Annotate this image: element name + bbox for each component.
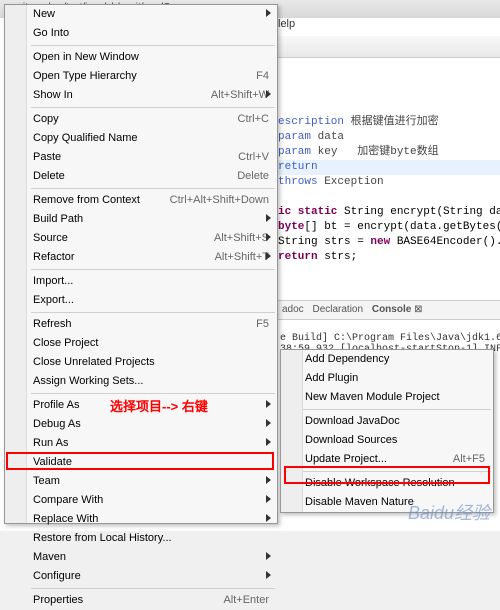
context-menu: New Go Into Open in New Window Open Type…: [4, 4, 278, 524]
menu-close-unrelated[interactable]: Close Unrelated Projects: [5, 353, 277, 372]
menu-compare-with[interactable]: Compare With: [5, 491, 277, 510]
menu-validate[interactable]: Validate: [5, 453, 277, 472]
menu-copy[interactable]: CopyCtrl+C: [5, 110, 277, 129]
submenu-add-plugin[interactable]: Add Plugin: [281, 369, 493, 388]
bottom-tab-bar: adoc Declaration Console ⊠: [278, 300, 500, 320]
tab-console[interactable]: Console ⊠: [372, 304, 423, 315]
menu-source[interactable]: SourceAlt+Shift+S: [5, 229, 277, 248]
menu-delete[interactable]: DeleteDelete: [5, 167, 277, 186]
menu-open-new-window[interactable]: Open in New Window: [5, 48, 277, 67]
menu-maven[interactable]: Maven: [5, 548, 277, 567]
code-editor[interactable]: escription 根据键值进行加密 param data param key…: [278, 100, 500, 280]
submenu-download-sources[interactable]: Download Sources: [281, 431, 493, 450]
submenu-add-dependency[interactable]: Add Dependency: [281, 350, 493, 369]
menu-assign-working-sets[interactable]: Assign Working Sets...: [5, 372, 277, 391]
menu-open-type-hierarchy[interactable]: Open Type HierarchyF4: [5, 67, 277, 86]
menu-run-as[interactable]: Run As: [5, 434, 277, 453]
menu-export[interactable]: Export...: [5, 291, 277, 310]
menu-debug-as[interactable]: Debug As: [5, 415, 277, 434]
submenu-download-javadoc[interactable]: Download JavaDoc: [281, 412, 493, 431]
maven-submenu: Add Dependency Add Plugin New Maven Modu…: [280, 349, 494, 513]
menu-configure[interactable]: Configure: [5, 567, 277, 586]
menu-build-path[interactable]: Build Path: [5, 210, 277, 229]
menu-go-into[interactable]: Go Into: [5, 24, 277, 43]
tab-javadoc[interactable]: adoc: [282, 304, 304, 315]
menu-refresh[interactable]: RefreshF5: [5, 315, 277, 334]
annotation-text: 选择项目--> 右键: [110, 396, 208, 415]
toolbar: [278, 36, 500, 58]
menu-show-in[interactable]: Show InAlt+Shift+W: [5, 86, 277, 105]
submenu-update-project[interactable]: Update Project...Alt+F5: [281, 450, 493, 469]
submenu-new-module[interactable]: New Maven Module Project: [281, 388, 493, 407]
menu-import[interactable]: Import...: [5, 272, 277, 291]
menu-paste[interactable]: PasteCtrl+V: [5, 148, 277, 167]
tab-declaration[interactable]: Declaration: [312, 304, 363, 315]
menu-replace-with[interactable]: Replace With: [5, 510, 277, 529]
watermark: Baidu经验: [408, 499, 490, 525]
menu-team[interactable]: Team: [5, 472, 277, 491]
submenu-disable-workspace[interactable]: Disable Workspace Resolution: [281, 474, 493, 493]
menu-new[interactable]: New: [5, 5, 277, 24]
menu-refactor[interactable]: RefactorAlt+Shift+T: [5, 248, 277, 267]
menu-restore-history[interactable]: Restore from Local History...: [5, 529, 277, 548]
menu-properties[interactable]: PropertiesAlt+Enter: [5, 591, 277, 610]
menu-copy-qualified[interactable]: Copy Qualified Name: [5, 129, 277, 148]
menu-help[interactable]: lelp: [278, 18, 295, 30]
menu-remove-context[interactable]: Remove from ContextCtrl+Alt+Shift+Down: [5, 191, 277, 210]
menu-close-project[interactable]: Close Project: [5, 334, 277, 353]
